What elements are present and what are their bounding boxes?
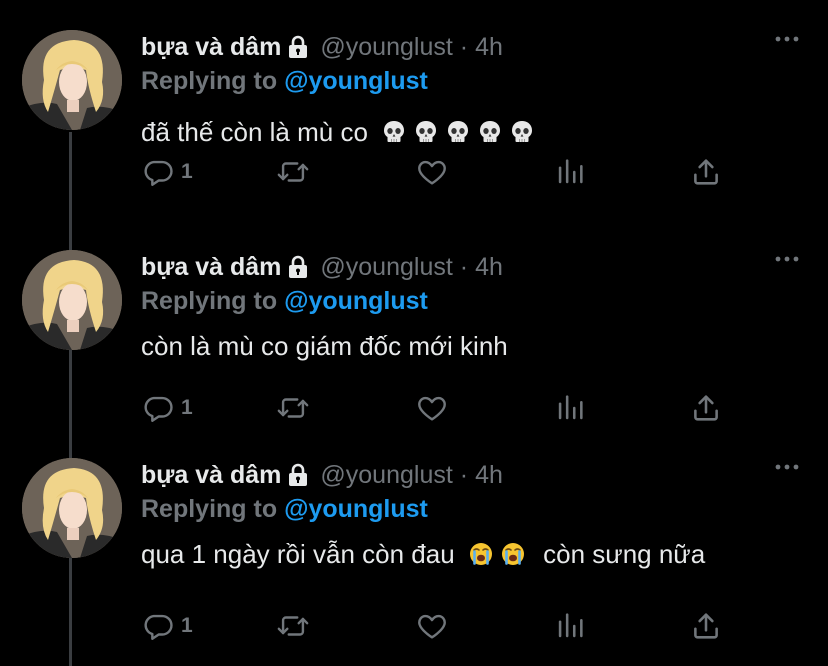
analytics-icon — [553, 155, 587, 189]
reply-count: 1 — [181, 396, 193, 419]
tweet-text-body: còn là mù co giám đốc mới kinh — [141, 331, 508, 361]
avatar[interactable] — [22, 458, 122, 558]
share-icon — [689, 609, 723, 643]
replying-to: Replying to @younglust — [141, 64, 808, 98]
separator-dot: · — [459, 460, 469, 489]
tweet-header: bựa và dâm @younglust · 4h — [141, 250, 808, 284]
avatar[interactable] — [22, 30, 122, 130]
share-button[interactable] — [689, 606, 723, 646]
tweet-text-tail: còn sưng nữa — [543, 539, 706, 569]
tweet-actions: 1 — [141, 388, 741, 428]
display-name[interactable]: bựa và dâm — [141, 253, 281, 282]
timestamp[interactable]: 4h — [475, 461, 503, 490]
retweet-button[interactable] — [276, 388, 310, 428]
separator-dot: · — [459, 252, 469, 281]
lock-icon — [286, 462, 310, 488]
tweet-header: bựa và dâm @younglust · 4h — [141, 458, 808, 492]
retweet-icon — [276, 391, 310, 425]
reply-icon — [141, 609, 175, 643]
analytics-icon — [553, 391, 587, 425]
tweet-actions: 1 — [141, 152, 741, 192]
reply-count: 1 — [181, 614, 193, 637]
avatar[interactable] — [22, 250, 122, 350]
retweet-icon — [276, 155, 310, 189]
share-button[interactable] — [689, 388, 723, 428]
tweet-header: bựa và dâm @younglust · 4h — [141, 30, 808, 64]
reply-button[interactable]: 1 — [141, 152, 193, 192]
analytics-button[interactable] — [553, 606, 587, 646]
timestamp[interactable]: 4h — [475, 253, 503, 282]
user-handle[interactable]: @younglust — [320, 33, 452, 62]
lock-icon — [286, 34, 310, 60]
like-icon — [415, 391, 449, 425]
display-name[interactable]: bựa và dâm — [141, 461, 281, 490]
reply-count: 1 — [181, 160, 193, 183]
emoji-group — [462, 539, 526, 569]
tweet-content: bựa và dâm @younglust · 4h Replying to @… — [141, 458, 808, 570]
lock-icon — [286, 254, 310, 280]
tweet-text-body: đã thế còn là mù co — [141, 117, 368, 147]
tweet-text-body: qua 1 ngày rồi vẫn còn đau — [141, 539, 455, 569]
reply-mention-link[interactable]: @younglust — [284, 495, 428, 523]
reply-icon — [141, 155, 175, 189]
reply-button[interactable]: 1 — [141, 388, 193, 428]
reply-icon — [141, 391, 175, 425]
tweet-text: qua 1 ngày rồi vẫn còn đau còn sưng nữa — [141, 538, 808, 570]
like-button[interactable] — [415, 606, 449, 646]
retweet-button[interactable] — [276, 606, 310, 646]
skull-emoji — [445, 119, 471, 145]
reply-mention-link[interactable]: @younglust — [284, 287, 428, 315]
display-name[interactable]: bựa và dâm — [141, 33, 281, 62]
skull-emoji — [477, 119, 503, 145]
user-handle[interactable]: @younglust — [320, 253, 452, 282]
replying-to-label: Replying to — [141, 495, 278, 523]
thread-line — [69, 132, 72, 666]
emoji-group — [375, 117, 535, 147]
share-icon — [689, 391, 723, 425]
timestamp[interactable]: 4h — [475, 33, 503, 62]
reply-button[interactable]: 1 — [141, 606, 193, 646]
tweet-text: còn là mù co giám đốc mới kinh — [141, 330, 808, 362]
replying-to-label: Replying to — [141, 67, 278, 95]
tweet-content: bựa và dâm @younglust · 4h Replying to @… — [141, 30, 808, 148]
retweet-button[interactable] — [276, 152, 310, 192]
tweet-actions: 1 — [141, 606, 741, 646]
replying-to-label: Replying to — [141, 287, 278, 315]
user-handle[interactable]: @younglust — [320, 461, 452, 490]
share-button[interactable] — [689, 152, 723, 192]
analytics-button[interactable] — [553, 388, 587, 428]
like-icon — [415, 155, 449, 189]
tweet-content: bựa và dâm @younglust · 4h Replying to @… — [141, 250, 808, 362]
like-button[interactable] — [415, 388, 449, 428]
separator-dot: · — [459, 32, 469, 61]
skull-emoji — [509, 119, 535, 145]
share-icon — [689, 155, 723, 189]
retweet-icon — [276, 609, 310, 643]
like-button[interactable] — [415, 152, 449, 192]
replying-to: Replying to @younglust — [141, 492, 808, 526]
more-icon[interactable] — [774, 34, 800, 44]
more-icon[interactable] — [774, 254, 800, 264]
skull-emoji — [381, 119, 407, 145]
reply-mention-link[interactable]: @younglust — [284, 67, 428, 95]
tweet-text: đã thế còn là mù co — [141, 116, 808, 148]
loudly-crying-emoji — [468, 541, 494, 567]
loudly-crying-emoji — [500, 541, 526, 567]
analytics-button[interactable] — [553, 152, 587, 192]
skull-emoji — [413, 119, 439, 145]
replying-to: Replying to @younglust — [141, 284, 808, 318]
like-icon — [415, 609, 449, 643]
analytics-icon — [553, 609, 587, 643]
more-icon[interactable] — [774, 462, 800, 472]
